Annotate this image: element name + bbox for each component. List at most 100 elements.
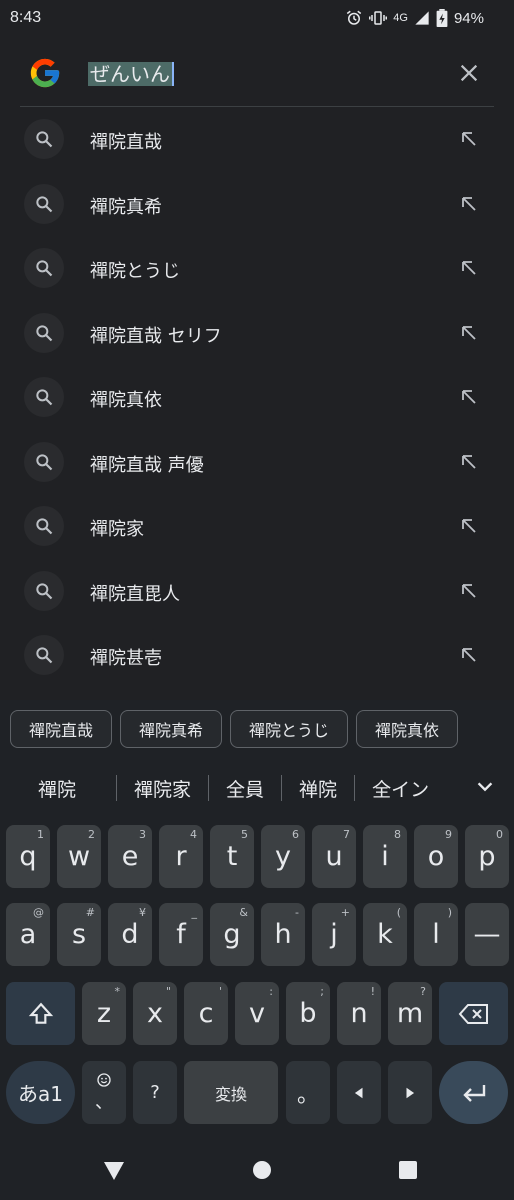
key-c[interactable]: ' c <box>184 982 228 1045</box>
chip[interactable]: 禪院直哉 <box>10 710 113 748</box>
search-icon <box>24 183 64 224</box>
candidate[interactable]: 禅院 <box>282 775 354 802</box>
key-row-3: * z " x ' c :v ; b ! n ? m <box>0 982 514 1045</box>
key-u[interactable]: 7u <box>312 825 356 888</box>
key-l[interactable]: ) l <box>414 903 458 966</box>
search-bar: ぜんいん <box>20 42 494 107</box>
shift-icon <box>28 1002 53 1024</box>
space-convert-key[interactable]: 変換 <box>184 1061 278 1124</box>
search-icon <box>24 570 64 611</box>
key-h[interactable]: -h <box>261 903 305 966</box>
arrow-right-icon <box>406 1087 415 1098</box>
backspace-key[interactable] <box>439 982 508 1045</box>
input-mode-key[interactable]: あa1 <box>6 1061 75 1124</box>
arrow-up-left-icon[interactable] <box>460 453 478 471</box>
suggestion-text: 禪院直毘人 <box>90 583 180 605</box>
chip[interactable]: 禪院とうじ <box>230 710 349 748</box>
suggestion-item[interactable]: 禪院とうじ <box>0 236 514 301</box>
back-icon[interactable] <box>102 1160 126 1182</box>
suggestion-text: 禪院甚壱 <box>90 648 162 669</box>
suggestion-item[interactable]: 禪院直哉 <box>0 107 514 172</box>
key-m[interactable]: ? m <box>388 982 432 1045</box>
key-n[interactable]: ! n <box>337 982 381 1045</box>
close-icon[interactable] <box>458 62 480 84</box>
arrow-up-left-icon[interactable] <box>460 195 478 213</box>
key-a[interactable]: @ a <box>6 903 50 966</box>
arrow-up-left-icon[interactable] <box>460 582 478 600</box>
suggestion-item[interactable]: 禪院直哉 声優 <box>0 430 514 495</box>
key-s[interactable]: # s <box>57 903 101 966</box>
key-k[interactable]: (k <box>363 903 407 966</box>
search-input[interactable]: ぜんいん <box>88 58 174 87</box>
key-j[interactable]: + j <box>312 903 356 966</box>
search-query-text: ぜんいん <box>88 62 174 86</box>
chevron-down-icon[interactable] <box>474 776 496 798</box>
backspace-icon <box>458 1003 488 1024</box>
chip[interactable]: 禪院真依 <box>356 710 459 748</box>
key-g[interactable]: & g <box>210 903 254 966</box>
arrow-up-left-icon[interactable] <box>460 388 478 406</box>
key-r[interactable]: 4r <box>159 825 203 888</box>
cursor-left-key[interactable] <box>337 1061 381 1124</box>
arrow-up-left-icon[interactable] <box>460 130 478 148</box>
search-icon <box>24 506 64 546</box>
search-icon <box>24 441 64 482</box>
battery-level: 94% <box>453 9 484 27</box>
candidate[interactable]: 全員 <box>209 775 281 802</box>
suggestion-item[interactable]: 禪院真希 <box>0 172 514 237</box>
arrow-up-left-icon[interactable] <box>460 324 478 342</box>
key-v[interactable]: :v <box>235 982 279 1045</box>
cursor-right-key[interactable] <box>388 1061 432 1124</box>
key-q[interactable]: 1q <box>6 825 50 888</box>
search-icon <box>24 248 64 288</box>
emoji-icon <box>97 1072 111 1087</box>
key-y[interactable]: 6y <box>261 825 305 888</box>
signal-icon <box>415 11 429 25</box>
key-t[interactable]: 5t <box>210 825 254 888</box>
network-type: 4G <box>393 12 408 24</box>
key-x[interactable]: " x <box>133 982 177 1045</box>
recents-icon[interactable] <box>398 1160 418 1180</box>
vibrate-icon <box>369 11 388 25</box>
key-z[interactable]: * z <box>82 982 126 1045</box>
key-f[interactable]: _ f <box>159 903 203 966</box>
candidate[interactable]: 禪院 <box>0 775 116 802</box>
shift-key[interactable] <box>6 982 75 1045</box>
key-w[interactable]: 2w <box>57 825 101 888</box>
question-key[interactable]: ? <box>133 1061 177 1124</box>
status-bar: 8:43 4G 94% <box>0 0 514 38</box>
candidate[interactable]: 全イン <box>355 775 446 802</box>
alarm-icon <box>347 10 362 25</box>
suggestion-text: 禪院直哉 セリフ <box>90 325 222 347</box>
key-d[interactable]: ¥ d <box>108 903 152 966</box>
keyboard: 禪院直哉 禪院真希 禪院とうじ 禪院真依 禪院 禪院家 全員 禅院 全イン 1q… <box>0 700 514 1200</box>
key-e[interactable]: 3e <box>108 825 152 888</box>
enter-key[interactable] <box>439 1061 508 1124</box>
suggestion-text: 禪院直哉 <box>90 132 162 153</box>
key-p[interactable]: 0p <box>465 825 509 888</box>
key-dash[interactable]: — <box>465 903 509 966</box>
arrow-up-left-icon[interactable] <box>460 259 478 277</box>
suggestion-item[interactable]: 禪院直毘人 <box>0 559 514 624</box>
home-icon[interactable] <box>252 1160 272 1180</box>
suggestion-text: 禪院真依 <box>90 390 162 411</box>
period-key[interactable]: 。 <box>286 1061 330 1124</box>
chip[interactable]: 禪院真希 <box>120 710 223 748</box>
arrow-up-left-icon[interactable] <box>460 646 478 664</box>
candidate[interactable]: 禪院家 <box>117 775 208 802</box>
suggestion-item[interactable]: 禪院家 <box>0 494 514 559</box>
key-row-2: @ a # s ¥ d _ f & g -h + j (k ) l — <box>0 903 514 966</box>
suggestion-item[interactable]: 禪院直哉 セリフ <box>0 301 514 366</box>
suggestion-item[interactable]: 禪院真依 <box>0 365 514 430</box>
suggestion-item[interactable]: 禪院甚壱 <box>0 623 514 688</box>
search-icon <box>24 635 64 675</box>
search-icon <box>24 377 64 417</box>
suggestion-text: 禪院家 <box>90 519 144 540</box>
suggestion-chips: 禪院直哉 禪院真希 禪院とうじ 禪院真依 <box>10 710 459 748</box>
key-o[interactable]: 9o <box>414 825 458 888</box>
emoji-comma-key[interactable]: 、 <box>82 1061 126 1124</box>
key-b[interactable]: ; b <box>286 982 330 1045</box>
arrow-up-left-icon[interactable] <box>460 517 478 535</box>
key-i[interactable]: 8i <box>363 825 407 888</box>
conversion-candidates: 禪院 禪院家 全員 禅院 全イン <box>0 760 514 816</box>
